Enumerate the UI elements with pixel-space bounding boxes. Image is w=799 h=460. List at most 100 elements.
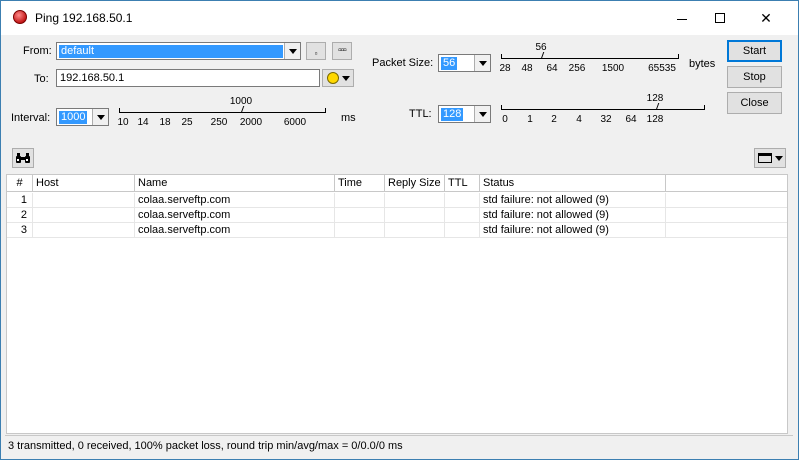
interval-combobox[interactable]: 1000: [56, 108, 109, 126]
slider-tick: [704, 105, 705, 110]
to-input[interactable]: 192.168.50.1: [56, 69, 320, 87]
status-bar: 3 transmitted, 0 received, 100% packet l…: [5, 435, 793, 455]
cell-ttl: [445, 223, 480, 238]
packet-size-dropdown-button[interactable]: [474, 55, 490, 71]
columns-menu-button[interactable]: [754, 148, 786, 168]
ping-window: Ping 192.168.50.1 ✕ From: default ▫ ▫▫▫ …: [0, 0, 799, 460]
from-label: From:: [23, 45, 52, 57]
interval-unit: ms: [341, 112, 356, 124]
cell-host: [33, 193, 135, 208]
ttl-tick-label: 1: [527, 114, 533, 125]
cell-number: 3: [7, 223, 33, 238]
results-table[interactable]: # Host Name Time Reply Size TTL Status 1…: [6, 174, 788, 434]
client-area: From: default ▫ ▫▫▫ To: 192.168.50.1 Int…: [1, 35, 798, 459]
slider-tick: [678, 54, 679, 59]
packet-size-combobox[interactable]: 56: [438, 54, 491, 72]
packet-size-slider[interactable]: 56 28 48 64 256 1500 65535: [499, 42, 681, 74]
column-header-time[interactable]: Time: [335, 175, 385, 192]
interval-tick-label: 14: [137, 117, 149, 128]
ttl-tick-label: 32: [600, 114, 612, 125]
interval-slider-track: [119, 112, 326, 113]
chevron-down-icon: [478, 60, 487, 66]
status-text: 3 transmitted, 0 received, 100% packet l…: [8, 440, 403, 452]
window-title: Ping 192.168.50.1: [35, 11, 133, 25]
ttl-tick-label: 0: [502, 114, 508, 125]
packet-tick-label: 1500: [601, 63, 625, 74]
title-bar[interactable]: Ping 192.168.50.1 ✕: [1, 1, 798, 35]
ttl-tick-label: 128: [646, 114, 664, 125]
column-header-name[interactable]: Name: [135, 175, 335, 192]
binoculars-icon: [16, 153, 30, 163]
column-header-reply-size[interactable]: Reply Size: [385, 175, 445, 192]
table-row[interactable]: 2 colaa.serveftp.com std failure: not al…: [7, 208, 787, 223]
ttl-tick-label: 2: [551, 114, 557, 125]
ttl-dropdown-button[interactable]: [474, 106, 490, 122]
chevron-down-icon: [288, 48, 297, 54]
column-header-status[interactable]: Status: [480, 175, 666, 192]
interval-tick-label: 10: [117, 117, 129, 128]
slider-tick: [325, 108, 326, 113]
ping-app-icon: [13, 10, 27, 24]
column-header-ttl[interactable]: TTL: [445, 175, 480, 192]
interval-tick-label: 6000: [283, 117, 307, 128]
from-dropdown-button[interactable]: [284, 43, 300, 59]
interval-label: Interval:: [11, 112, 51, 124]
cell-status: std failure: not allowed (9): [480, 208, 666, 223]
cell-name: colaa.serveftp.com: [135, 208, 335, 223]
cell-time: [335, 223, 385, 238]
interval-dropdown-button[interactable]: [92, 109, 108, 125]
close-button[interactable]: Close: [727, 92, 782, 114]
column-header-host[interactable]: Host: [33, 175, 135, 192]
small-square-icon: ▫: [314, 49, 318, 58]
ttl-value: 128: [441, 108, 464, 121]
packet-tick-label: 65535: [648, 63, 676, 74]
from-value: default: [59, 45, 283, 58]
columns-menu-icon: [757, 153, 772, 163]
maximize-button[interactable]: [697, 1, 743, 35]
to-value: 192.168.50.1: [60, 72, 125, 84]
cell-reply-size: [385, 208, 445, 223]
ellipsis-icon: ▫▫▫: [338, 45, 347, 56]
start-button[interactable]: Start: [727, 40, 782, 62]
interval-tick-label: 18: [159, 117, 171, 128]
close-icon: ✕: [760, 9, 772, 26]
cell-host: [33, 223, 135, 238]
chevron-down-icon: [96, 114, 105, 120]
interval-tick-label: 250: [210, 117, 228, 128]
packet-tick-label: 64: [546, 63, 558, 74]
dns-lookup-button[interactable]: [322, 69, 354, 87]
cell-reply-size: [385, 223, 445, 238]
packet-tick-label: 48: [521, 63, 533, 74]
packet-size-label: Packet Size:: [372, 57, 434, 69]
table-row[interactable]: 1 colaa.serveftp.com std failure: not al…: [7, 193, 787, 208]
chevron-down-icon: [341, 75, 350, 81]
ttl-slider[interactable]: 128 0 1 2 4 32 64 128: [501, 93, 711, 125]
packet-tick-label: 256: [568, 63, 586, 74]
table-row[interactable]: 3 colaa.serveftp.com std failure: not al…: [7, 223, 787, 238]
find-button[interactable]: [12, 148, 34, 168]
from-clear-button[interactable]: ▫: [306, 42, 326, 60]
cell-number: 2: [7, 208, 33, 223]
from-browse-button[interactable]: ▫▫▫: [332, 42, 352, 60]
cell-status: std failure: not allowed (9): [480, 223, 666, 238]
packet-tick-label: 28: [499, 63, 511, 74]
cell-reply-size: [385, 193, 445, 208]
cell-ttl: [445, 193, 480, 208]
chevron-down-icon: [774, 155, 783, 161]
cell-host: [33, 208, 135, 223]
ttl-tick-label: 4: [576, 114, 582, 125]
column-header-number[interactable]: #: [7, 175, 33, 192]
slider-tick: [501, 54, 502, 59]
close-window-button[interactable]: ✕: [743, 1, 789, 35]
interval-tick-label: 2000: [239, 117, 263, 128]
smiley-dns-icon: [326, 72, 339, 84]
ttl-combobox[interactable]: 128: [438, 105, 491, 123]
cell-time: [335, 193, 385, 208]
minimize-icon: [677, 18, 687, 20]
from-combobox[interactable]: default: [56, 42, 301, 60]
interval-tick-label: 25: [181, 117, 193, 128]
interval-slider[interactable]: 1000 10 14 18 25 250 2000 6000: [117, 96, 329, 128]
interval-value: 1000: [59, 111, 88, 124]
stop-button[interactable]: Stop: [727, 66, 782, 88]
to-label: To:: [34, 73, 49, 85]
